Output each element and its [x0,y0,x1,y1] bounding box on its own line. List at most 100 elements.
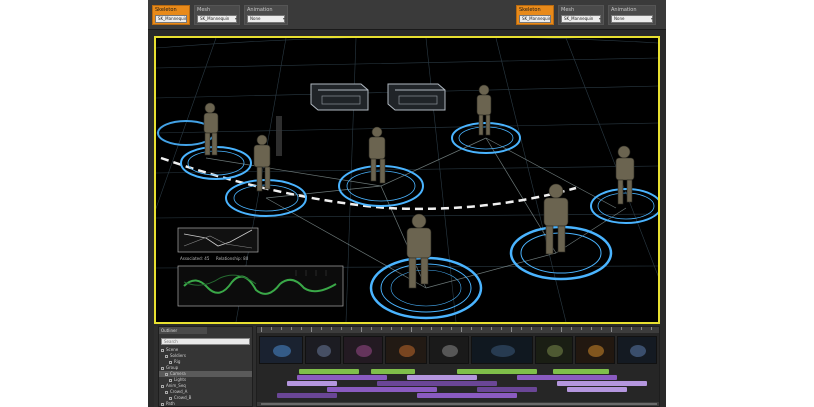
tree-toggle-icon[interactable] [169,378,172,382]
toolbar-left-group: Skeleton SK_Mannequin Mesh SK_Mannequin … [152,5,292,25]
ruler-tick [321,327,322,330]
thumbnail-highlight [273,345,291,357]
shot-thumbnail[interactable] [471,336,533,364]
dropdown-arrow-icon[interactable]: ▾ [283,16,285,21]
editor-window: Skeleton SK_Mannequin Mesh SK_Mannequin … [148,0,666,407]
timeline-clip[interactable] [407,375,477,380]
thumbnail-highlight [398,345,416,357]
ruler-tick [261,327,262,332]
mesh-label: Mesh [561,7,575,13]
animation-selector-right[interactable]: Animation None ▾ [608,5,656,25]
graph-label-right: Relationship: 80 [216,256,249,261]
mesh-selector-left[interactable]: Mesh SK_Mannequin ▾ [194,5,240,25]
shot-thumbnail[interactable] [305,336,341,364]
shot-thumbnails [259,336,657,364]
outliner-item-label: Anim_Seq [166,383,186,388]
mesh-selector-right[interactable]: Mesh SK_Mannequin ▾ [558,5,604,25]
mesh-value[interactable]: SK_Mannequin [561,15,601,23]
outliner-item-label: Group [166,365,179,370]
shot-thumbnail[interactable] [259,336,303,364]
ruler-tick [501,327,502,330]
ruler-tick [471,327,472,330]
timeline-clip[interactable] [377,381,497,386]
timeline-panel[interactable] [256,326,660,407]
thumbnail-highlight [630,345,646,357]
timeline-clip[interactable] [457,369,537,374]
graph-label-left: Associated: 45 [180,256,210,261]
ruler-tick [621,327,622,330]
timeline-clip[interactable] [557,381,647,386]
animation-selector-left[interactable]: Animation None ▾ [244,5,288,25]
ruler-tick [631,327,632,330]
dropdown-arrow-icon[interactable]: ▾ [235,16,237,21]
thumbnail-highlight [547,345,563,357]
shot-thumbnail[interactable] [385,336,427,364]
shot-thumbnail[interactable] [617,336,657,364]
timeline-clip[interactable] [287,381,337,386]
tree-toggle-icon[interactable] [165,390,168,394]
ruler-tick [491,327,492,330]
outliner-item-label: Camera [170,371,186,376]
timeline-clip[interactable] [567,387,627,392]
dropdown-arrow-icon[interactable]: ▾ [599,16,601,21]
relationship-graph-panel [177,227,259,253]
tree-toggle-icon[interactable] [165,354,168,358]
ruler-tick [581,327,582,330]
ruler-tick [571,327,572,330]
skeleton-value[interactable]: SK_Mannequin [155,15,187,23]
tree-toggle-icon[interactable] [161,384,164,388]
tree-toggle-icon[interactable] [169,360,172,364]
timeline-clip[interactable] [277,393,337,398]
ruler-tick [271,327,272,330]
ruler-tick [341,327,342,330]
tree-toggle-icon[interactable] [161,348,164,352]
timeline-clip[interactable] [417,393,517,398]
thumbnail-highlight [490,345,516,357]
shot-thumbnail[interactable] [575,336,615,364]
ruler-tick [331,327,332,330]
timeline-scroll-thumb[interactable] [261,403,657,405]
outliner-item-label: Lights [174,377,187,382]
ruler-tick [511,327,512,332]
3d-viewport[interactable]: Associated: 45 Relationship: 80 [154,36,660,324]
ruler-tick [371,327,372,330]
skeleton-label: Skeleton [155,7,177,13]
tree-toggle-icon[interactable] [165,372,168,376]
timeline-clip[interactable] [371,369,415,374]
ruler-tick [551,327,552,330]
timeline-ruler[interactable] [257,327,659,333]
skeleton-value[interactable]: SK_Mannequin [519,15,551,23]
outliner-search-input[interactable]: Search [161,338,250,345]
skeleton-selector-right[interactable]: Skeleton SK_Mannequin [516,5,554,25]
timeline-clip[interactable] [477,387,537,392]
tree-toggle-icon[interactable] [161,402,164,406]
timeline-clip[interactable] [297,375,387,380]
shot-thumbnail[interactable] [343,336,383,364]
outliner-tab[interactable]: Outliner [159,327,207,334]
floating-panels [310,83,446,111]
timeline-clip[interactable] [327,387,437,392]
ruler-tick [531,327,532,330]
ruler-tick [301,327,302,330]
tree-toggle-icon[interactable] [169,396,172,400]
ruler-tick [461,327,462,332]
dropdown-arrow-icon[interactable]: ▾ [651,16,653,21]
ruler-tick [391,327,392,330]
skeleton-selector-left[interactable]: Skeleton SK_Mannequin [152,5,190,25]
tree-toggle-icon[interactable] [161,366,164,370]
timeline-clip[interactable] [517,375,617,380]
timeline-clip[interactable] [299,369,359,374]
toolbar-right-group: Skeleton SK_Mannequin Mesh SK_Mannequin … [516,5,662,25]
shot-thumbnail[interactable] [535,336,573,364]
timeline-scrollbar[interactable] [257,402,659,406]
ruler-tick [561,327,562,332]
soldier-figures [203,84,635,289]
mesh-value[interactable]: SK_Mannequin [197,15,237,23]
timeline-clip[interactable] [553,369,609,374]
animation-value[interactable]: None [611,15,653,23]
animation-value[interactable]: None [247,15,285,23]
ruler-tick [411,327,412,332]
waveform-panel [177,265,344,307]
ruler-tick [421,327,422,330]
shot-thumbnail[interactable] [429,336,469,364]
